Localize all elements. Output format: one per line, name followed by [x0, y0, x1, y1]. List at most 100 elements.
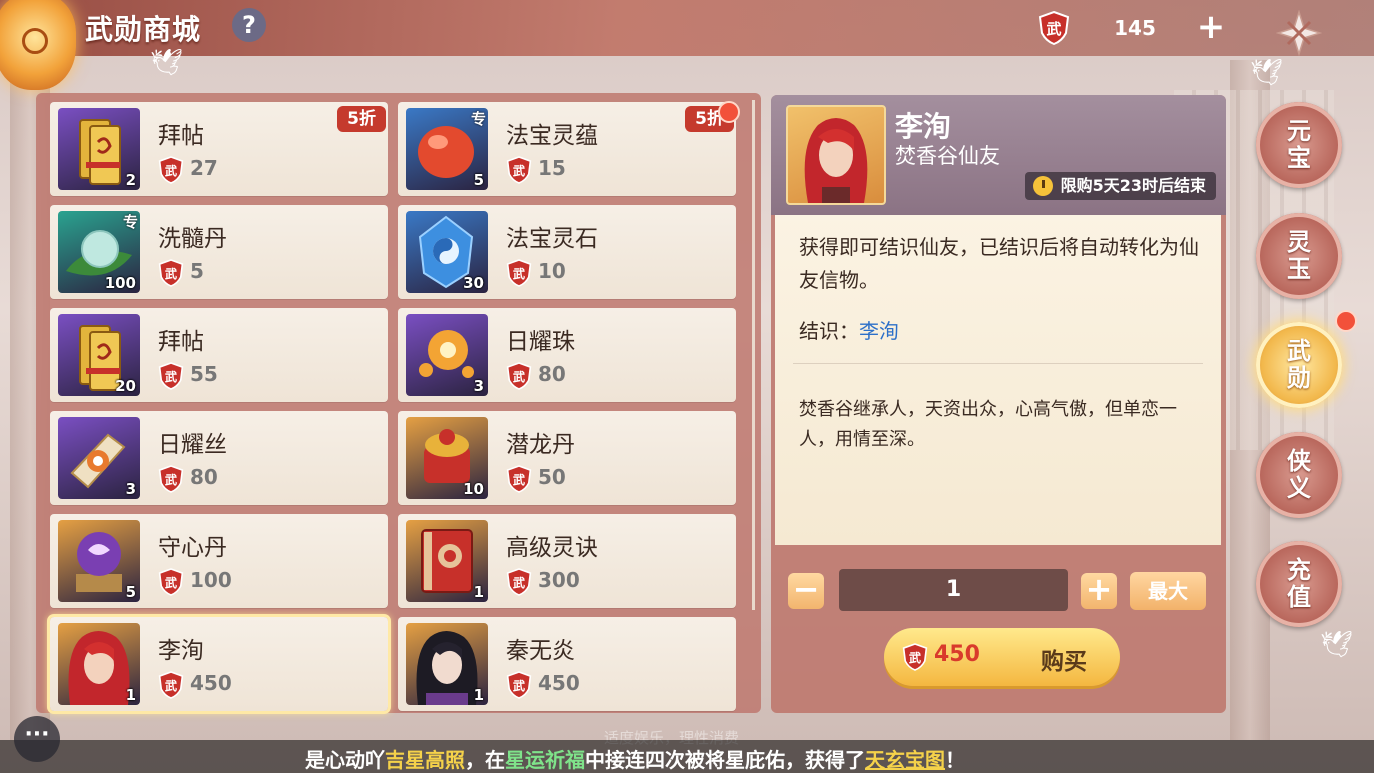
ticker-part: ，在	[465, 748, 505, 772]
side-tab-label: 侠义	[1256, 448, 1342, 502]
bond-name-link[interactable]: 李洵	[859, 319, 899, 343]
side-tab-char: 义	[1287, 474, 1311, 502]
character-subtitle: 焚香谷仙友	[895, 144, 1000, 168]
svg-text:武: 武	[513, 678, 525, 693]
item-card[interactable]: 3 日耀珠武 80	[398, 308, 736, 402]
item-name: 洗髓丹	[158, 226, 227, 252]
exclusive-tag: 专	[470, 110, 486, 128]
item-count: 30	[463, 274, 484, 292]
item-price-value: 10	[538, 259, 566, 283]
chat-button[interactable]	[14, 716, 60, 762]
item-count: 3	[125, 480, 136, 498]
item-name: 法宝灵蕴	[506, 123, 598, 149]
notification-dot	[1335, 310, 1357, 332]
item-thumbnail: 1	[58, 623, 140, 705]
item-price-value: 15	[538, 156, 566, 180]
svg-text:武: 武	[1046, 20, 1061, 38]
max-quantity-button[interactable]: 最大	[1130, 572, 1206, 610]
item-card[interactable]: 1 秦无炎武 450	[398, 617, 736, 711]
item-price-value: 450	[538, 671, 580, 695]
wuxun-shield-icon: 武	[158, 362, 184, 394]
quantity-minus-button[interactable]: −	[788, 573, 824, 609]
red-hair-portrait-icon	[804, 118, 868, 203]
item-card[interactable]: 1 李洵武 450	[50, 617, 388, 711]
ticker-part: 中接连四次被将星庇佑，获得了	[585, 748, 865, 772]
item-card[interactable]: 2 拜帖武 27 5折	[50, 102, 388, 196]
add-currency-button[interactable]: +	[1196, 10, 1226, 44]
description-box: 获得即可结识仙友，已结识后将自动转化为仙友信物。 结识：李洵 焚香谷继承人，天资…	[775, 215, 1221, 545]
item-card[interactable]: 30 法宝灵石武 10	[398, 205, 736, 299]
ticker-reward-link[interactable]: 天玄宝图	[865, 748, 945, 772]
wuxun-shield-icon: 武	[158, 156, 184, 188]
character-portrait	[786, 105, 886, 205]
svg-text:武: 武	[513, 266, 525, 281]
wuxun-shield-icon: 武	[1038, 11, 1070, 45]
item-card[interactable]: 专 100 洗髓丹武 5	[50, 205, 388, 299]
svg-text:武: 武	[513, 369, 525, 384]
side-tab[interactable]: 侠义	[1256, 432, 1342, 518]
bond-label: 结识：	[799, 319, 859, 343]
item-card[interactable]: 1 高级灵诀武 300	[398, 514, 736, 608]
side-tab-char: 充	[1287, 556, 1311, 584]
side-tab[interactable]: 元宝	[1256, 102, 1342, 188]
item-card[interactable]: 5 守心丹武 100	[50, 514, 388, 608]
item-thumbnail: 1	[406, 520, 488, 602]
broadcast-ticker: 是心动吖吉星高照，在星运祈福中接连四次被将星庇佑，获得了天玄宝图！	[0, 740, 1374, 773]
item-thumbnail: 专5	[406, 108, 488, 190]
side-tab-label: 武勋	[1256, 338, 1342, 392]
side-tab-char: 元	[1287, 117, 1311, 145]
svg-text:武: 武	[909, 650, 921, 665]
item-count: 5	[473, 171, 484, 189]
item-thumbnail: 20	[58, 314, 140, 396]
item-card[interactable]: 20 拜帖武 55	[50, 308, 388, 402]
item-name: 秦无炎	[506, 638, 575, 664]
quantity-plus-button[interactable]: +	[1081, 573, 1117, 609]
wuxun-shield-icon: 武	[506, 362, 532, 394]
side-tab-char: 值	[1287, 583, 1311, 611]
side-tab-label: 元宝	[1256, 118, 1342, 172]
item-thumbnail: 专 100	[58, 211, 140, 293]
ticker-text: 是心动吖吉星高照，在星运祈福中接连四次被将星庇佑，获得了天玄宝图！	[305, 744, 965, 773]
limit-text: 限购5天23时后结束	[1060, 176, 1206, 195]
item-price-value: 300	[538, 568, 580, 592]
discount-badge: 5折	[337, 106, 386, 132]
ticker-highlight: 吉星高照	[385, 748, 465, 772]
item-price-value: 27	[190, 156, 218, 180]
item-price-value: 80	[538, 362, 566, 386]
svg-text:武: 武	[513, 163, 525, 178]
item-card[interactable]: 专 5 法宝灵蕴武 15 5折	[398, 102, 736, 196]
quantity-field[interactable]: 1	[839, 569, 1068, 611]
buy-button[interactable]: 武 450 购买	[884, 628, 1120, 686]
svg-text:武: 武	[165, 678, 177, 693]
ticker-event: 星运祈福	[505, 748, 585, 772]
detail-panel: 李洵 焚香谷仙友 限购5天23时后结束 获得即可结识仙友，已结识后将自动转化为仙…	[771, 95, 1226, 713]
side-tab-char: 武	[1287, 337, 1311, 365]
item-price-value: 55	[190, 362, 218, 386]
side-tab-label: 灵玉	[1256, 229, 1342, 283]
buy-price: 450	[934, 642, 980, 667]
item-count: 1	[473, 686, 484, 704]
item-thumbnail: 5	[58, 520, 140, 602]
close-icon[interactable]	[1276, 10, 1322, 56]
item-name: 高级灵诀	[506, 535, 598, 561]
svg-text:武: 武	[165, 163, 177, 178]
side-tab-label: 充值	[1256, 557, 1342, 611]
item-name: 李洵	[158, 638, 204, 664]
item-card[interactable]: 10 潜龙丹武 50	[398, 411, 736, 505]
bird-decoration-icon: 🕊	[1250, 58, 1284, 88]
item-thumbnail: 3	[58, 417, 140, 499]
item-name: 拜帖	[158, 123, 204, 149]
side-tab[interactable]: 武勋	[1256, 322, 1342, 408]
currency-value: 145	[1114, 16, 1156, 40]
item-count: 20	[115, 377, 136, 395]
item-count: 1	[125, 686, 136, 704]
side-tab[interactable]: 充值	[1256, 541, 1342, 627]
svg-text:武: 武	[165, 472, 177, 487]
item-card[interactable]: 3 日耀丝武 80	[50, 411, 388, 505]
wuxun-shield-icon: 武	[158, 465, 184, 497]
side-tab-char: 侠	[1287, 447, 1311, 475]
side-tab[interactable]: 灵玉	[1256, 213, 1342, 299]
item-name: 潜龙丹	[506, 432, 575, 458]
help-button[interactable]: ?	[232, 8, 266, 42]
wuxun-shield-icon: 武	[158, 259, 184, 291]
